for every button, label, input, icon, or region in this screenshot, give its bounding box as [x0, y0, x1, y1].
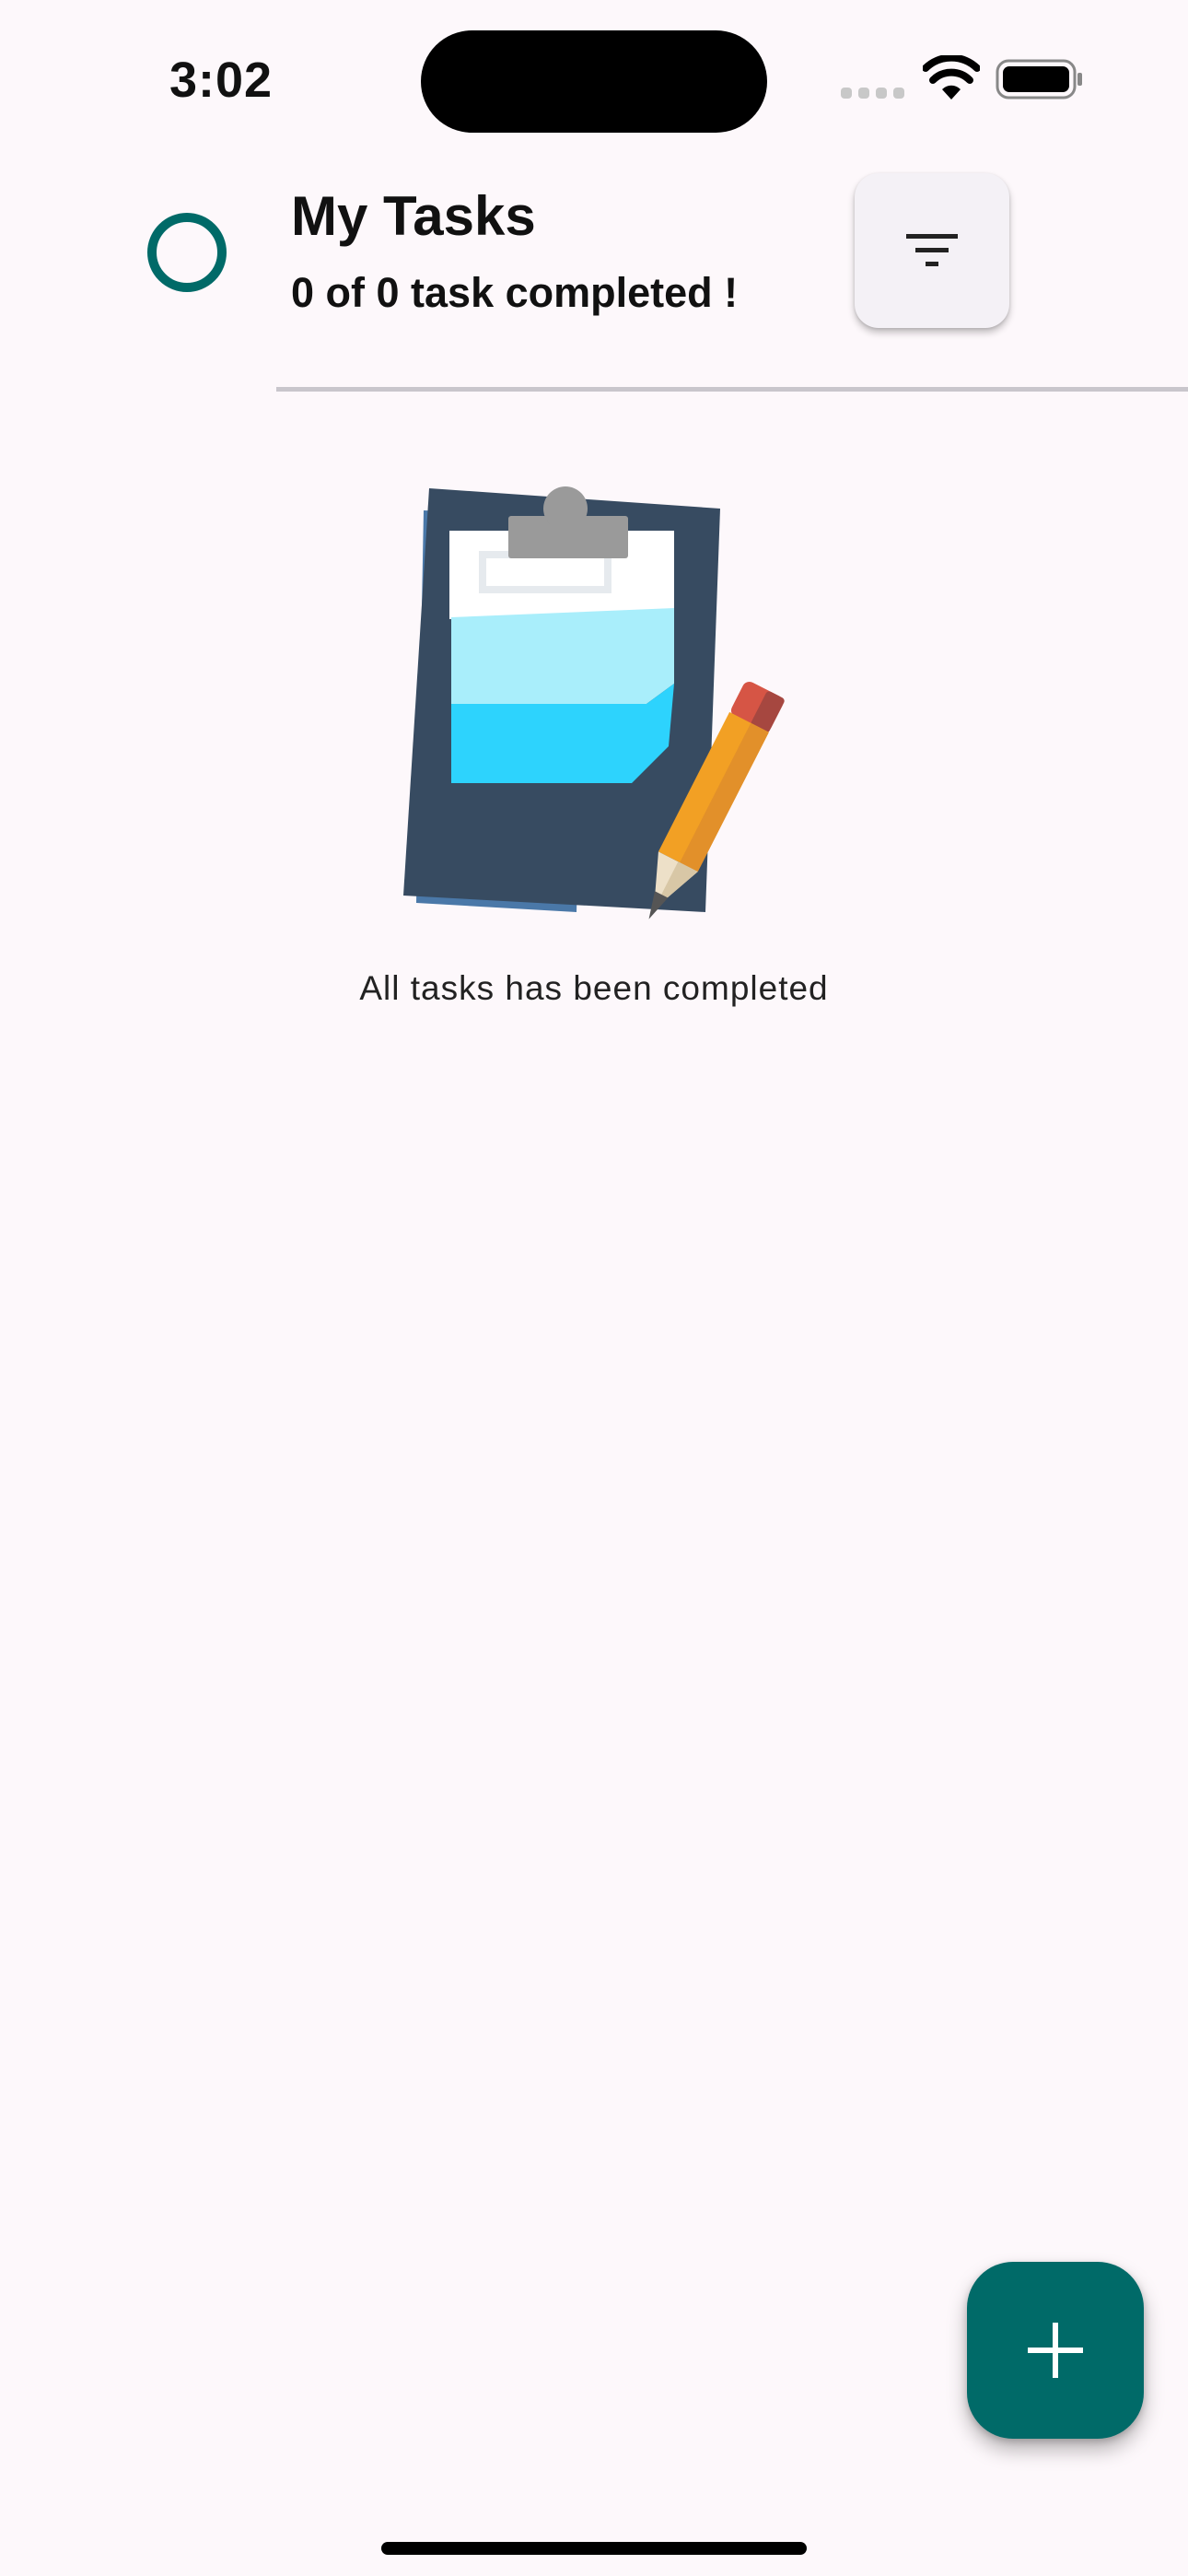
battery-icon: [996, 59, 1082, 100]
cellular-signal-icon: [841, 88, 904, 99]
dynamic-island: [421, 30, 767, 133]
wifi-icon: [923, 55, 980, 100]
status-bar-time: 3:02: [169, 53, 274, 108]
filter-button[interactable]: [855, 173, 1009, 328]
plus-icon: [1028, 2323, 1083, 2378]
empty-state-message: All tasks has been completed: [359, 969, 829, 1007]
progress-ring-icon: [147, 213, 227, 292]
task-summary: 0 of 0 task completed !: [291, 269, 739, 316]
home-indicator[interactable]: [381, 2542, 807, 2555]
page-title: My Tasks: [291, 185, 536, 247]
header-divider: [276, 387, 1188, 392]
add-task-button[interactable]: [967, 2262, 1144, 2439]
clipboard-pencil-illustration: [403, 486, 785, 919]
filter-icon: [906, 234, 958, 266]
